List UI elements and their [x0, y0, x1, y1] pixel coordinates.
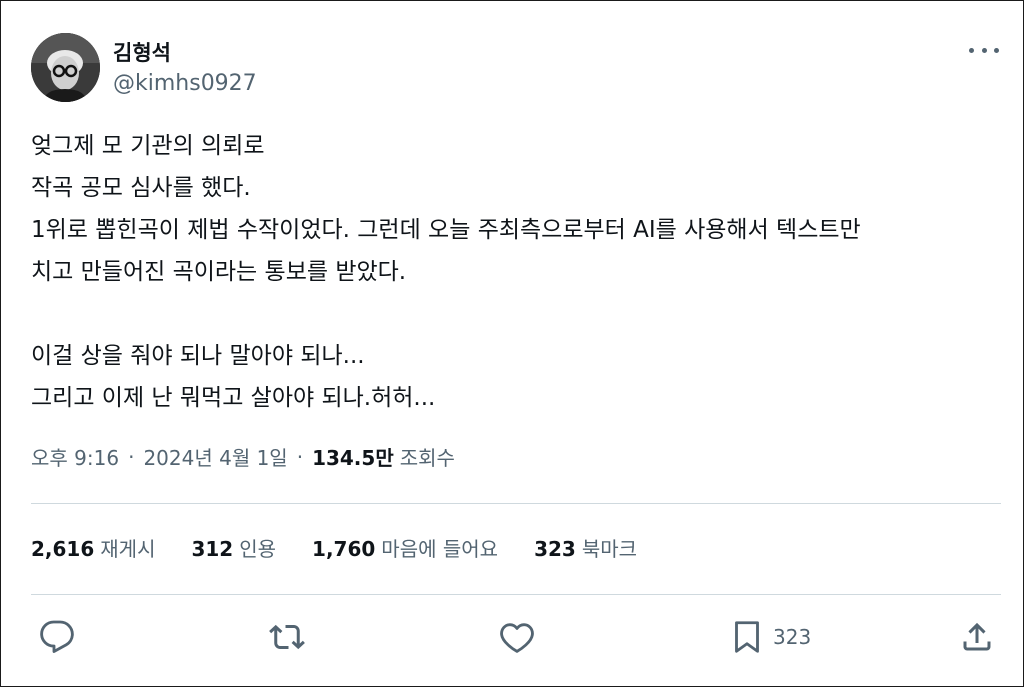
tweet-time[interactable]: 오후 9:16 [31, 442, 119, 471]
stat-label: 마음에 들어요 [381, 537, 499, 561]
tweet-card: 김형석 @kimhs0927 엊그제 모 기관의 의뢰로 작곡 공모 심사를 했… [0, 0, 1024, 687]
tweet-date[interactable]: 2024년 4월 1일 [143, 442, 287, 471]
stat-count: 323 [534, 537, 576, 561]
stat-count: 312 [191, 537, 234, 561]
heart-icon [500, 623, 534, 653]
action-bar: 323 [1, 613, 1024, 661]
stat-count: 1,760 [312, 537, 376, 561]
tweet-line: 이걸 상을 줘야 되나 말아야 되나... [31, 343, 365, 369]
views-count: 134.5만 [312, 446, 394, 470]
reply-button[interactable] [39, 613, 75, 661]
bookmark-icon [735, 621, 759, 653]
author-handle[interactable]: @kimhs0927 [113, 71, 257, 96]
stat-likes[interactable]: 1,760 마음에 들어요 [312, 533, 498, 562]
retweet-icon [269, 624, 305, 650]
stat-bookmarks[interactable]: 323 북마크 [534, 533, 637, 562]
share-icon [963, 622, 991, 651]
reply-icon [40, 620, 74, 653]
tweet-line: 엊그제 모 기관의 의뢰로 [31, 133, 265, 159]
more-horizontal-icon[interactable] [969, 39, 999, 61]
author-name[interactable]: 김형석 [113, 37, 171, 67]
meta-separator: · [128, 444, 135, 469]
avatar[interactable] [31, 33, 100, 102]
retweet-button[interactable] [269, 613, 305, 661]
tweet-line: 1위로 뽑힌곡이 제법 수작이었다. 그런데 오늘 주최측으로부터 AI를 사용… [31, 217, 861, 243]
bookmark-count: 323 [773, 625, 812, 649]
stat-label: 북마크 [581, 537, 638, 561]
avatar-image [31, 33, 100, 102]
stat-label: 재게시 [100, 537, 156, 561]
stat-label: 인용 [239, 537, 277, 561]
tweet-header: 김형석 @kimhs0927 [31, 31, 1003, 105]
divider [31, 503, 1001, 504]
tweet-line: 작곡 공모 심사를 했다. [31, 175, 251, 201]
divider [31, 594, 1001, 595]
stat-quotes[interactable]: 312 인용 [191, 533, 276, 562]
tweet-line: 그리고 이제 난 뭐먹고 살아야 되나.허허... [31, 385, 436, 411]
views-label: 조회수 [399, 446, 455, 470]
meta-separator: · [296, 444, 304, 469]
stat-reposts[interactable]: 2,616 재게시 [31, 533, 155, 562]
like-button[interactable] [499, 613, 535, 661]
share-button[interactable] [959, 613, 995, 661]
tweet-meta: 오후 9:16 · 2024년 4월 1일 · 134.5만 조회수 [31, 442, 455, 471]
stat-count: 2,616 [31, 537, 95, 561]
engagement-stats: 2,616 재게시 312 인용 1,760 마음에 들어요 323 북마크 [31, 533, 673, 562]
bookmark-button[interactable]: 323 [729, 613, 811, 661]
tweet-text: 엊그제 모 기관의 의뢰로 작곡 공모 심사를 했다. 1위로 뽑힌곡이 제법 … [31, 125, 1001, 419]
tweet-line: 치고 만들어진 곡이라는 통보를 받았다. [31, 259, 407, 285]
